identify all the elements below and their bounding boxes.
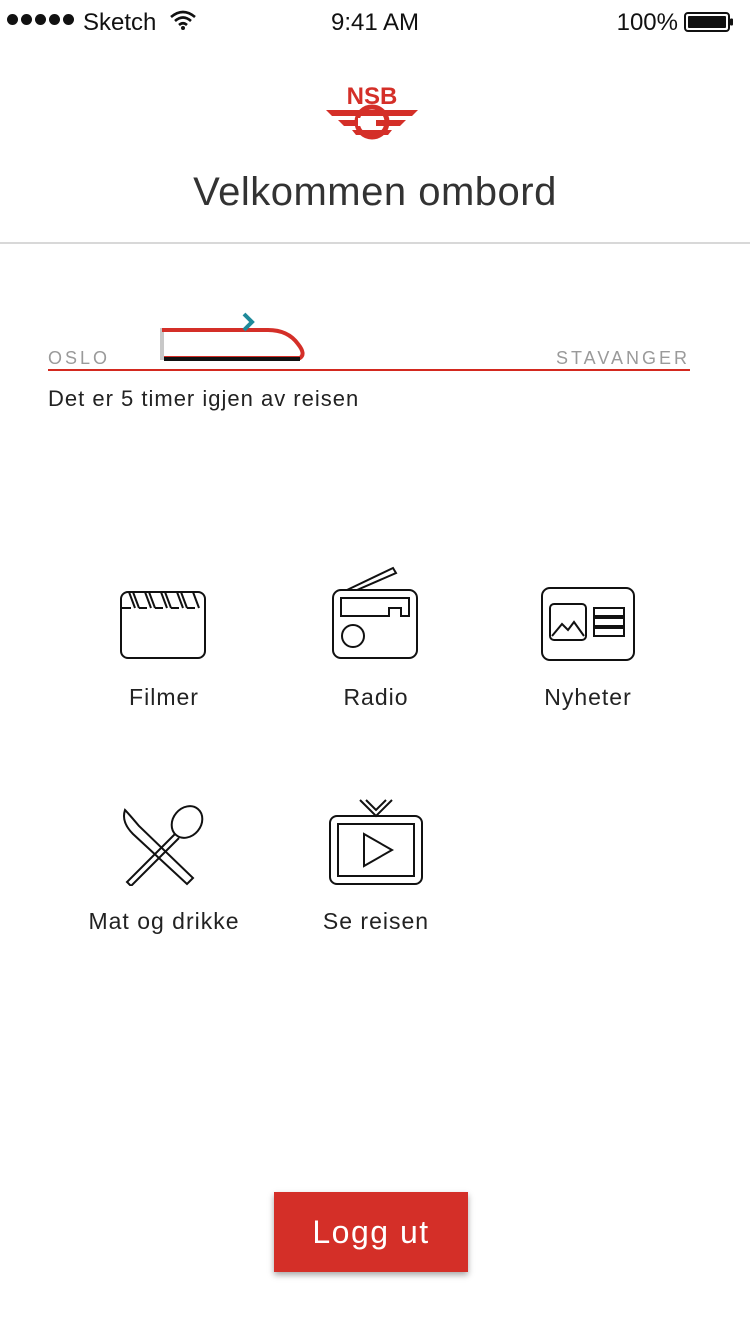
status-bar: Sketch 9:41 AM 100% [0,0,750,44]
remaining-time-text: Det er 5 timer igjen av reisen [48,386,360,411]
menu-label-news: Nyheter [544,684,632,710]
tv-play-icon [329,799,423,885]
clapperboard-icon [120,591,206,659]
menu-item-food[interactable]: Mat og drikke [54,804,274,935]
origin-station: OSLO [48,348,111,368]
train-icon [160,312,305,361]
journey-progress: OSLO STAVANGER Det er 5 timer igjen av r… [48,300,690,430]
battery-icon [684,12,733,32]
menu-item-trip[interactable]: Se reisen [266,798,486,935]
destination-station: STAVANGER [555,348,690,368]
menu-item-radio[interactable]: Radio [266,566,486,711]
logout-button[interactable]: Logg ut [274,1192,468,1272]
battery-percentage: 100% [616,9,678,36]
menu-label-trip: Se reisen [322,908,430,934]
page-title: Velkommen ombord [193,170,557,214]
header-divider [0,242,750,244]
nsb-logo: NSB [326,83,418,140]
menu-item-films[interactable]: Filmer [54,586,274,711]
menu-label-radio: Radio [343,684,409,710]
knife-spoon-icon [123,805,204,886]
journey-track [48,369,690,371]
newspaper-icon [541,587,635,661]
menu-label-films: Filmer [129,684,199,710]
menu-item-news[interactable]: Nyheter [478,586,698,711]
menu-label-food: Mat og drikke [88,908,240,934]
radio-icon [332,566,418,659]
